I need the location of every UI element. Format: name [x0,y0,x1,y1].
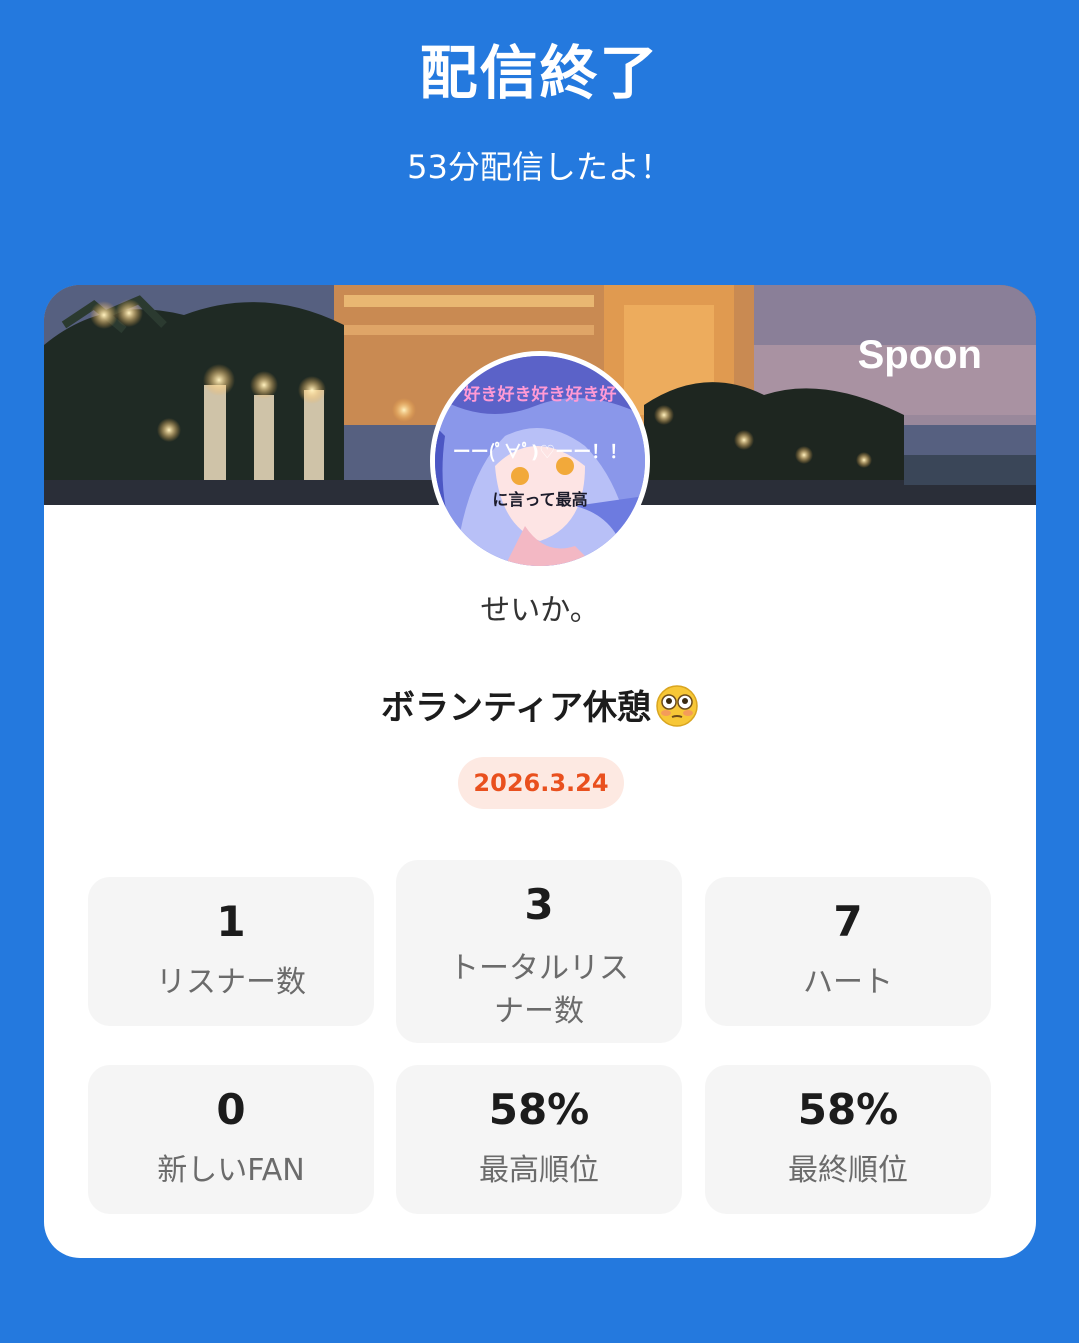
avatar[interactable]: 好き好き好き好き好 ーー(ﾟ∀ﾟ)♡ーー！！ に言って最高 [430,351,650,571]
stat-value: 7 [833,897,863,946]
stat-label: 最終順位 [788,1153,908,1188]
stat-final-rank: 58% 最終順位 [705,1065,991,1214]
stat-label: リスナー数 [156,965,306,1000]
stat-label: 最高順位 [479,1153,599,1188]
stat-label: ハート [803,965,893,1000]
stat-label: トータルリスナー数 [449,951,629,1029]
username: せいか。 [480,593,600,628]
stat-value: 1 [216,897,246,946]
stat-value: 0 [216,1085,246,1134]
stat-label: 新しいFAN [157,1153,305,1188]
stream-title: ボランティア休憩 [44,680,1036,729]
avatar-caption-line-2: ーー(ﾟ∀ﾟ)♡ーー！！ [452,442,628,463]
avatar-caption-line-1: 好き好き好き好き好 [463,385,617,405]
stream-title-text: ボランティア休憩 [381,688,651,728]
avatar-caption-line-3: に言って最高 [492,490,588,509]
stat-listeners: 1 リスナー数 [88,877,374,1026]
stat-highest-rank: 58% 最高順位 [396,1065,682,1214]
stream-ended-screen: 配信終了 53分配信したよ！ Spoon 好き好き好き好き好 ーー(ﾟ∀ﾟ)♡ー… [0,0,1079,1343]
stream-duration-message: 53分配信したよ！ [407,148,672,186]
stat-value: 58% [488,1085,590,1134]
stat-hearts: 7 ハート [705,877,991,1026]
page-title: 配信終了 [419,39,660,107]
stat-new-fans: 0 新しいFAN [88,1065,374,1214]
stream-date-badge: 2026.3.24 [458,757,624,809]
stat-total-listeners: 3 トータルリスナー数 [396,860,682,1043]
stat-value: 58% [797,1085,899,1134]
spoon-logo: Spoon [857,333,982,377]
stream-summary-card: Spoon 好き好き好き好き好 ーー(ﾟ∀ﾟ)♡ーー！！ に言って最高 せいか。… [44,285,1036,1258]
stat-value: 3 [524,880,554,929]
flushed-face-emoji-icon [655,684,699,728]
